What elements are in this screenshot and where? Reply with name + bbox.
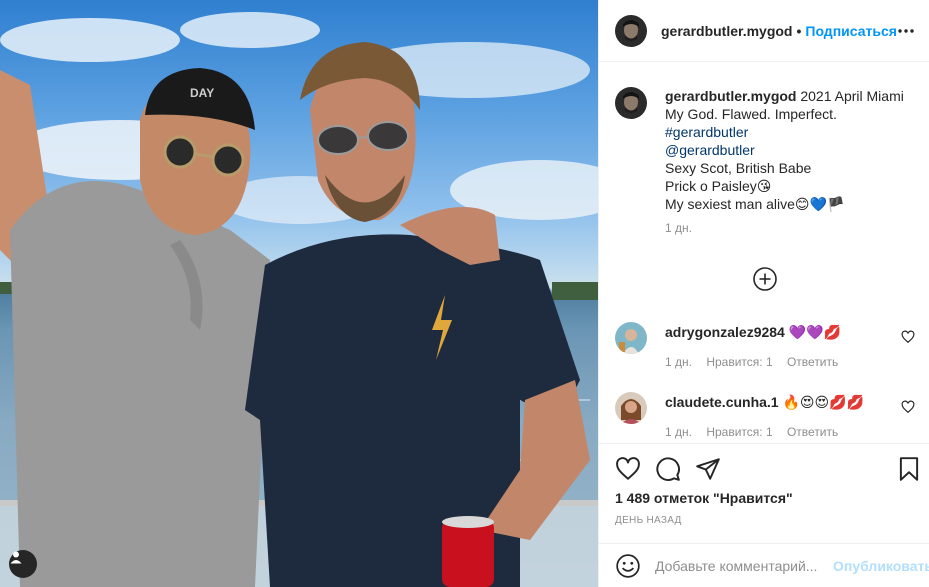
post-caption: gerardbutler.mygod 2021 April Miami My G… bbox=[615, 87, 915, 235]
post-photo[interactable]: DAY bbox=[0, 0, 598, 587]
comment-like-heart-icon[interactable] bbox=[901, 330, 915, 344]
emoji-picker-icon[interactable] bbox=[615, 553, 641, 579]
caption-timestamp[interactable]: 1 дн. bbox=[665, 221, 915, 235]
comment-likes-count[interactable]: Нравится: 1 bbox=[706, 425, 772, 439]
post-timestamp[interactable]: ДЕНЬ НАЗАД bbox=[615, 515, 682, 526]
caption-line-1: 2021 April Miami bbox=[800, 88, 904, 104]
commenter-username[interactable]: claudete.cunha.1 bbox=[665, 394, 779, 410]
caption-line-2: My God. Flawed. Imperfect. bbox=[665, 106, 837, 122]
load-more-comments-icon[interactable] bbox=[752, 266, 778, 292]
caption-line-5: Sexy Scot, British Babe bbox=[665, 160, 812, 176]
comment-timestamp[interactable]: 1 дн. bbox=[665, 355, 692, 369]
commenter-avatar[interactable] bbox=[615, 392, 647, 424]
photo-illustration: DAY bbox=[0, 12, 598, 587]
add-comment-form: Опубликовать bbox=[599, 543, 929, 587]
header-separator: • bbox=[796, 22, 802, 39]
comment-reply-button[interactable]: Ответить bbox=[787, 425, 838, 439]
likes-count[interactable]: 1 489 отметок "Нравится" bbox=[615, 490, 793, 506]
comment-text: 💜💜💋 bbox=[788, 325, 842, 341]
caption-avatar[interactable] bbox=[615, 87, 647, 119]
comment-reply-button[interactable]: Ответить bbox=[787, 355, 838, 369]
caption-text: gerardbutler.mygod 2021 April Miami My G… bbox=[665, 87, 915, 213]
more-options-icon[interactable] bbox=[894, 19, 918, 43]
comment-bubble-icon[interactable] bbox=[655, 456, 681, 482]
caption-username[interactable]: gerardbutler.mygod bbox=[665, 88, 796, 104]
post-actions: 1 489 отметок "Нравится" ДЕНЬ НАЗАД bbox=[599, 443, 929, 543]
commenter-avatar[interactable] bbox=[615, 322, 647, 354]
user-icon bbox=[10, 551, 22, 564]
comment-item: adrygonzalez9284 💜💜💋 1 дн. Нравится: 1 О… bbox=[615, 322, 915, 372]
comment-input[interactable] bbox=[655, 557, 831, 574]
caption-mention-link[interactable]: @gerardbutler bbox=[665, 142, 755, 158]
post-side-panel: gerardbutler.mygod • Подписаться gerardb… bbox=[598, 0, 929, 587]
comment-text: 🔥😍😍💋💋 bbox=[782, 395, 864, 411]
follow-button[interactable]: Подписаться bbox=[805, 23, 897, 39]
caption-line-6: Prick o Paisley😘 bbox=[665, 178, 772, 194]
post-header: gerardbutler.mygod • Подписаться bbox=[599, 0, 929, 62]
commenter-username[interactable]: adrygonzalez9284 bbox=[665, 324, 785, 340]
publish-button[interactable]: Опубликовать bbox=[833, 558, 929, 574]
author-username[interactable]: gerardbutler.mygod bbox=[661, 23, 792, 39]
author-avatar[interactable] bbox=[615, 14, 647, 47]
svg-text:DAY: DAY bbox=[190, 86, 214, 100]
comment-item: claudete.cunha.1 🔥😍😍💋💋 1 дн. Нравится: 1… bbox=[615, 392, 915, 442]
tagged-users-button[interactable] bbox=[9, 550, 37, 578]
comment-like-heart-icon[interactable] bbox=[901, 400, 915, 414]
caption-line-7: My sexiest man alive😊💙🏴 bbox=[665, 196, 845, 212]
like-heart-icon[interactable] bbox=[615, 456, 641, 482]
caption-hashtag-link[interactable]: #gerardbutler bbox=[665, 124, 748, 140]
save-bookmark-icon[interactable] bbox=[896, 456, 922, 482]
share-paper-plane-icon[interactable] bbox=[695, 456, 721, 482]
comment-timestamp[interactable]: 1 дн. bbox=[665, 425, 692, 439]
comment-likes-count[interactable]: Нравится: 1 bbox=[706, 355, 772, 369]
